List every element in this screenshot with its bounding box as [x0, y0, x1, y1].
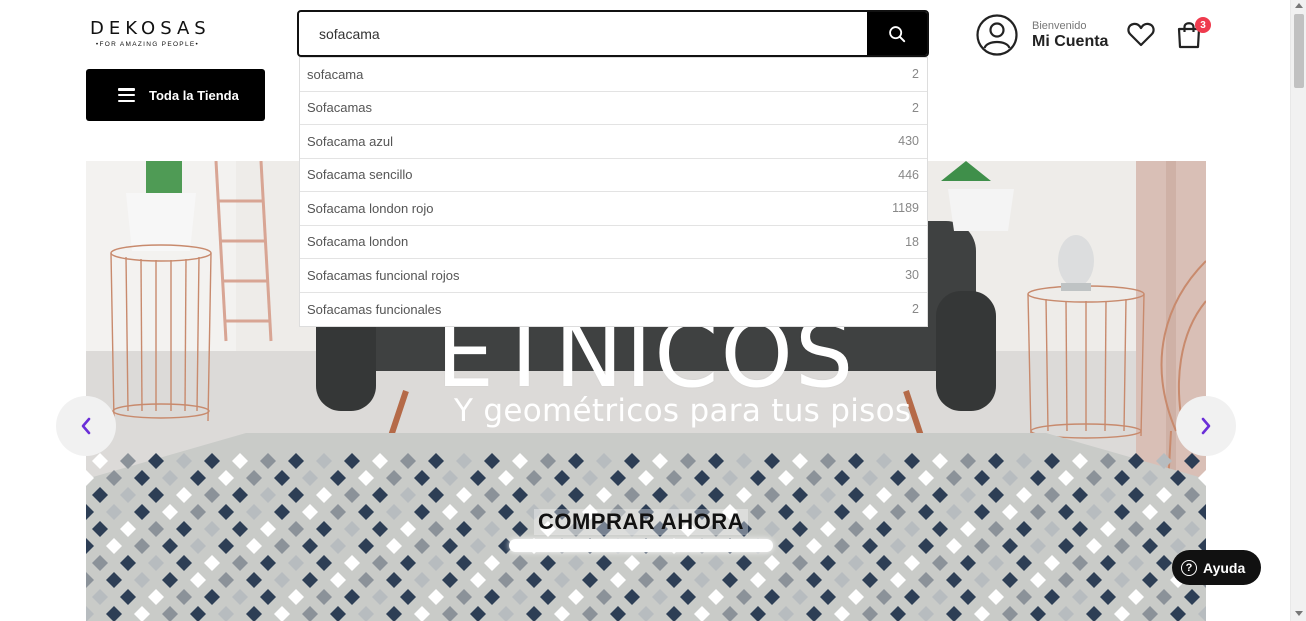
heart-icon[interactable]: [1127, 21, 1155, 47]
suggestion-count: 2: [912, 67, 919, 82]
suggestion-count: 2: [912, 100, 919, 115]
search-suggestions: sofacama 2 Sofacamas 2 Sofacama azul 430 Sofac…: [299, 57, 928, 327]
help-button[interactable]: ? Ayuda: [1172, 550, 1261, 585]
hero-cta-label: COMPRAR AHORA: [533, 509, 749, 535]
suggestion-label: Sofacamas: [307, 100, 373, 116]
search-suggestion-item[interactable]: Sofacama london rojo 1189: [300, 192, 927, 226]
account-link[interactable]: Bienvenido Mi Cuenta: [976, 14, 1108, 56]
suggestion-count: 446: [898, 167, 919, 182]
search-button[interactable]: [867, 12, 927, 55]
search-bar: [297, 10, 929, 57]
cart-count-badge: 3: [1195, 17, 1211, 33]
suggestion-count: 18: [905, 234, 919, 249]
hero-subtitle: Y geométricos para tus pisos: [454, 393, 912, 429]
all-store-label: Toda la Tienda: [149, 87, 239, 103]
help-label: Ayuda: [1203, 559, 1246, 576]
suggestion-label: Sofacama london rojo: [307, 200, 434, 216]
account-greeting: Bienvenido: [1032, 19, 1087, 32]
suggestion-label: Sofacama azul: [307, 133, 393, 149]
search-suggestion-item[interactable]: Sofacamas funcionales 2: [300, 293, 927, 327]
logo-tagline: •FOR AMAZING PEOPLE•: [95, 41, 200, 48]
suggestion-count: 1189: [892, 201, 919, 216]
all-store-button[interactable]: Toda la Tienda: [86, 69, 265, 121]
search-suggestion-item[interactable]: sofacama 2: [300, 58, 927, 92]
account-label: Mi Cuenta: [1032, 32, 1109, 50]
suggestion-count: 2: [912, 302, 919, 317]
user-circle-icon: [976, 14, 1018, 56]
scroll-up-arrow-icon[interactable]: [1295, 3, 1303, 8]
search-suggestion-item[interactable]: Sofacama azul 430: [300, 125, 927, 159]
page: DEKOSAS •FOR AMAZING PEOPLE• sofacama2So…: [0, 0, 1306, 621]
search-input[interactable]: [299, 12, 867, 55]
search-suggestion-item[interactable]: Sofacamas funcional rojos 30: [300, 259, 927, 293]
search-icon: [889, 25, 906, 42]
search-suggestion-item[interactable]: Sofacama sencillo 446: [300, 159, 927, 192]
carousel-prev-button[interactable]: [56, 396, 116, 456]
scroll-down-arrow-icon[interactable]: [1295, 611, 1303, 616]
logo[interactable]: DEKOSAS •FOR AMAZING PEOPLE•: [90, 18, 211, 48]
carousel-next-button[interactable]: [1176, 396, 1236, 456]
chevron-left-icon: [81, 417, 91, 435]
hero-cta-button[interactable]: COMPRAR AHORA: [508, 509, 774, 555]
suggestion-label: Sofacama sencillo: [307, 167, 413, 183]
suggestion-count: 30: [905, 268, 919, 283]
hamburger-icon: [118, 88, 135, 102]
scroll-thumb[interactable]: [1294, 14, 1304, 88]
suggestion-count: 430: [898, 134, 919, 149]
hero-cta-underline: [509, 539, 773, 552]
search-suggestion-item[interactable]: Sofacama london 18: [300, 226, 927, 259]
suggestion-label: Sofacama london: [307, 234, 409, 250]
suggestion-label: Sofacamas funcional rojos: [307, 267, 460, 283]
page-scrollbar[interactable]: [1290, 0, 1306, 621]
logo-name: DEKOSAS: [90, 18, 211, 39]
search-suggestion-item[interactable]: Sofacamas 2: [300, 92, 927, 125]
suggestion-label: Sofacamas funcionales: [307, 301, 442, 317]
chevron-right-icon: [1201, 417, 1211, 435]
question-circle-icon: ?: [1181, 559, 1197, 576]
suggestion-label: sofacama: [307, 66, 364, 82]
